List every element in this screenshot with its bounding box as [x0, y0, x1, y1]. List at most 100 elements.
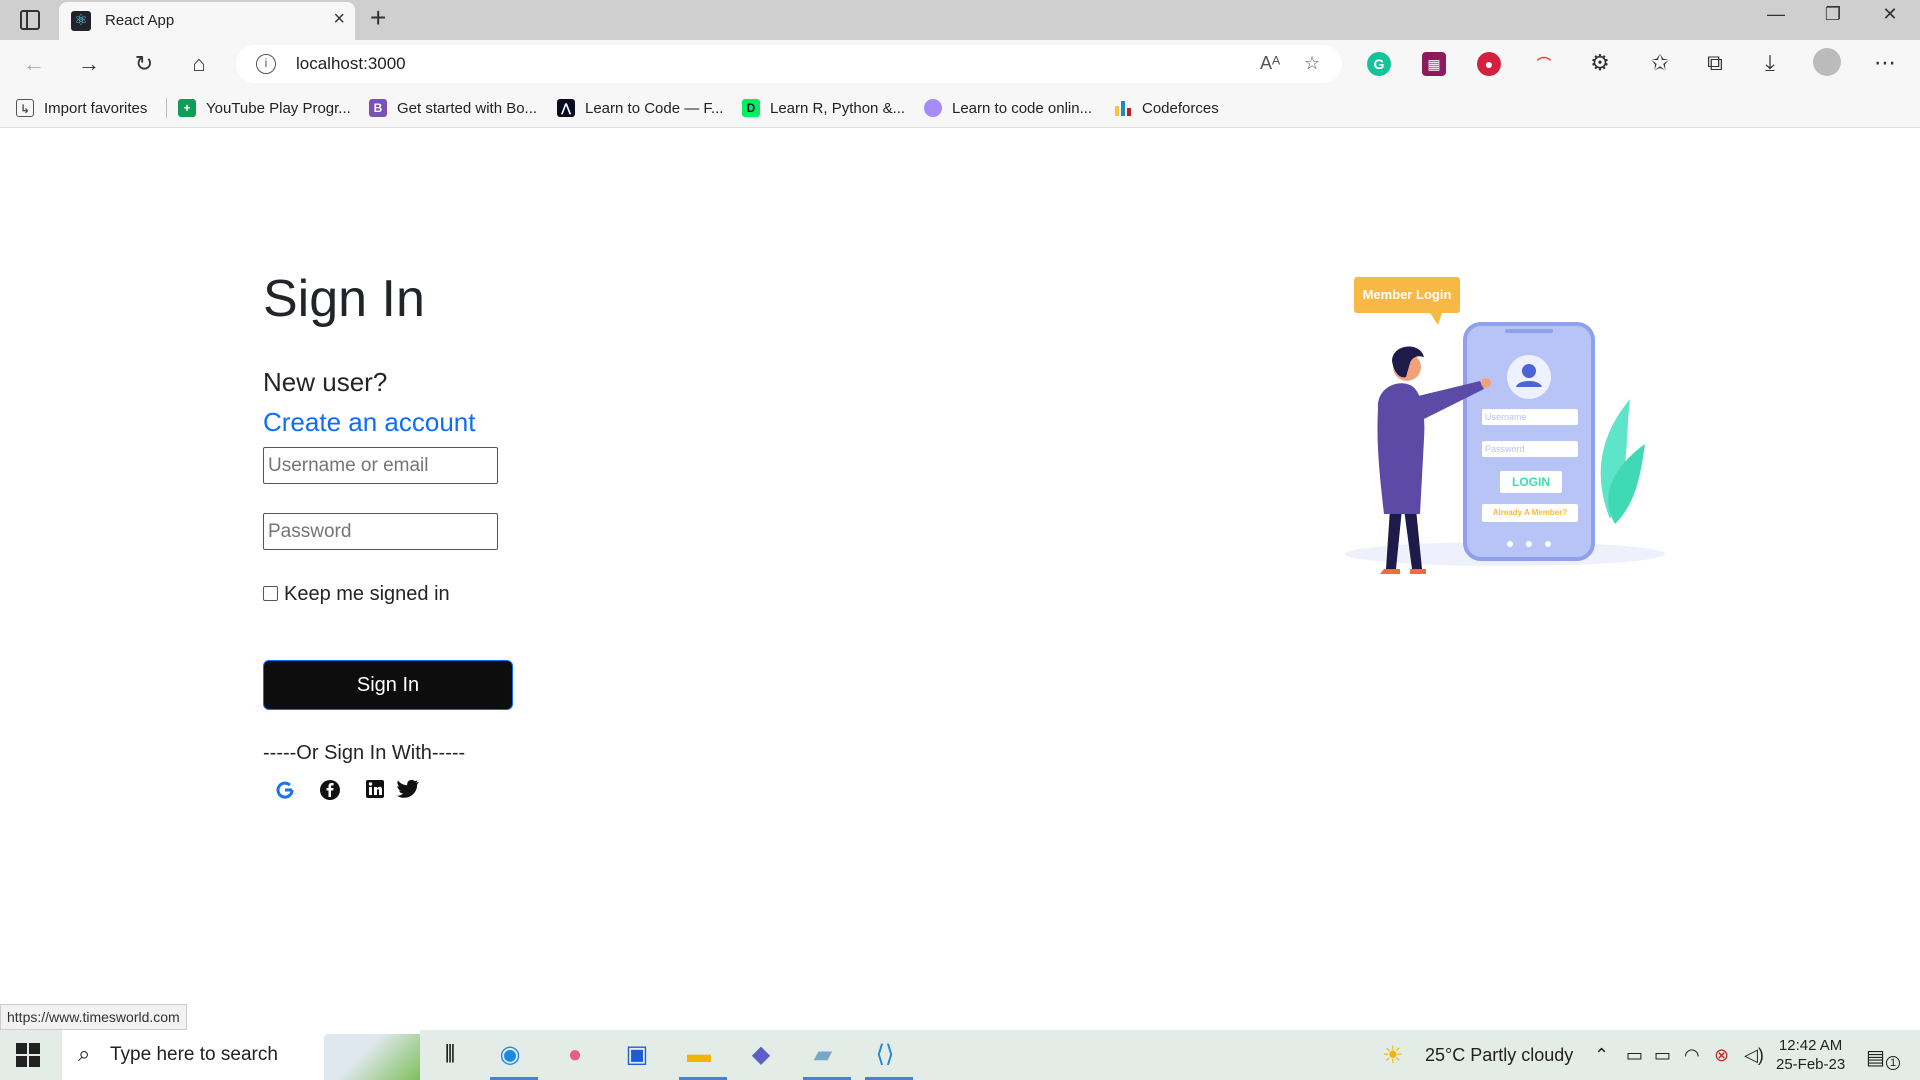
url-text[interactable]: localhost:3000: [296, 54, 406, 74]
google-icon[interactable]: [273, 779, 297, 803]
close-tab-icon[interactable]: ×: [333, 8, 345, 31]
new-user-label: New user?: [263, 367, 388, 397]
illustration-username-text: Username: [1485, 412, 1527, 422]
create-account-link[interactable]: Create an account: [263, 407, 475, 438]
bookmark-separator: [166, 98, 167, 118]
import-icon: ↳: [16, 99, 34, 117]
back-icon[interactable]: ←: [18, 48, 50, 80]
illustration-password-text: Password: [1485, 444, 1525, 454]
minimize-icon[interactable]: —: [1756, 4, 1796, 25]
codeforces-icon: [1114, 99, 1132, 117]
avatar-icon: [924, 99, 942, 117]
bookmark-label: Import favorites: [44, 99, 148, 117]
add-favorite-icon[interactable]: ☆: [1304, 53, 1320, 74]
weather-text[interactable]: 25°C Partly cloudy: [1425, 1045, 1573, 1066]
store-taskbar-icon[interactable]: ▣: [617, 1036, 657, 1074]
bookmark-label: YouTube Play Progr...: [206, 99, 351, 117]
browser-taskbar-icon[interactable]: ●: [555, 1036, 595, 1074]
grammarly-icon[interactable]: G: [1367, 52, 1391, 76]
collections-icon[interactable]: ⧉: [1700, 50, 1730, 76]
taskbar-search-box[interactable]: ⌕ Type here to search: [62, 1030, 420, 1080]
downloads-icon[interactable]: ⤓: [1755, 50, 1785, 76]
notification-count-badge: 1: [1886, 1056, 1900, 1070]
bookmark-label: Learn to code onlin...: [952, 99, 1093, 117]
profile-avatar[interactable]: [1813, 48, 1843, 76]
illustration-already-member-text: Already A Member?: [1492, 508, 1568, 517]
react-icon: ⚛: [71, 11, 91, 31]
vscode-taskbar-icon[interactable]: ⟨⟩: [865, 1036, 913, 1080]
copilot-taskbar-icon[interactable]: ◆: [741, 1036, 781, 1074]
edge-taskbar-icon[interactable]: ◉: [490, 1036, 538, 1080]
twitter-icon[interactable]: [396, 779, 420, 803]
sheets-icon: +: [178, 99, 196, 117]
read-aloud-icon[interactable]: A᠎ᴬ: [1260, 53, 1280, 74]
wifi-icon[interactable]: ◠: [1684, 1045, 1700, 1066]
windows-taskbar: ⌕ Type here to search ⫴ ◉ ● ▣ ▬ ◆ ▰ ⟨⟩ ☀…: [0, 1030, 1920, 1080]
info-icon[interactable]: i: [256, 54, 276, 74]
username-input[interactable]: [263, 447, 498, 484]
bookmark-label: Codeforces: [1142, 99, 1219, 117]
weather-icon[interactable]: ☀: [1382, 1041, 1404, 1070]
keep-signed-in-label: Keep me signed in: [284, 583, 450, 605]
bookmark-codeforces[interactable]: Codeforces: [1114, 97, 1219, 119]
search-highlight-image: [324, 1034, 420, 1080]
meet-now-icon[interactable]: ▭: [1626, 1045, 1643, 1066]
search-placeholder: Type here to search: [110, 1044, 278, 1065]
search-icon: ⌕: [78, 1041, 91, 1066]
member-login-illustration: [1345, 277, 1665, 574]
battery-icon[interactable]: ▭: [1654, 1045, 1671, 1066]
more-menu-icon[interactable]: ⋯: [1870, 50, 1900, 76]
app-taskbar-icon[interactable]: ▰: [803, 1036, 851, 1080]
home-icon[interactable]: ⌂: [183, 48, 215, 80]
favorites-bar: ↳ Import favorites + YouTube Play Progr.…: [0, 88, 1920, 128]
bookmark-label: Get started with Bo...: [397, 99, 538, 117]
bookmark-youtube-play[interactable]: + YouTube Play Progr...: [178, 97, 351, 119]
bookmark-label: Learn to Code — F...: [585, 99, 724, 117]
tab-strip: ⚛ React App × + — ❐ ✕: [0, 0, 1920, 40]
freecodecamp-icon: ⋀: [557, 99, 575, 117]
bootstrap-icon: B: [369, 99, 387, 117]
restore-icon[interactable]: ❐: [1813, 4, 1853, 25]
extensions-icon[interactable]: ⚙: [1585, 50, 1615, 76]
page-title: Sign In: [263, 270, 425, 328]
windows-start-icon[interactable]: [16, 1043, 40, 1067]
bookmark-bootstrap[interactable]: B Get started with Bo...: [369, 97, 537, 119]
extension-red-icon[interactable]: ●: [1477, 52, 1501, 76]
page-content: Sign In New user? Create an account Keep…: [0, 129, 1920, 1030]
tab-actions-icon[interactable]: [20, 10, 40, 30]
sign-in-button[interactable]: Sign In: [263, 660, 513, 710]
refresh-icon[interactable]: ↻: [128, 48, 160, 80]
member-login-bubble-text: Member Login: [1362, 287, 1452, 302]
close-window-icon[interactable]: ✕: [1870, 4, 1910, 25]
datacamp-icon: D: [742, 99, 760, 117]
bookmark-datacamp[interactable]: D Learn R, Python &...: [742, 97, 905, 119]
keep-signed-in-checkbox[interactable]: [263, 586, 278, 601]
facebook-icon[interactable]: [318, 779, 342, 803]
clock-date: 25-Feb-23: [1776, 1056, 1846, 1073]
browser-toolbar: ← → ↻ ⌂ i localhost:3000 A᠎ᴬ ☆ G ▦ ● ⌒ ⚙…: [0, 40, 1920, 88]
linkedin-icon[interactable]: [363, 779, 387, 803]
bookmark-freecodecamp[interactable]: ⋀ Learn to Code — F...: [557, 97, 723, 119]
bookmark-label: Learn R, Python &...: [770, 99, 906, 117]
clock[interactable]: 12:42 AM 25-Feb-23: [1776, 1036, 1845, 1074]
password-input[interactable]: [263, 513, 498, 550]
clock-time: 12:42 AM: [1778, 1037, 1843, 1054]
task-view-icon[interactable]: ⫴: [430, 1036, 470, 1074]
new-tab-icon[interactable]: +: [370, 2, 386, 34]
favorites-icon[interactable]: ✩: [1645, 50, 1675, 76]
or-sign-in-with-label: -----Or Sign In With-----: [263, 742, 466, 764]
notifications-icon[interactable]: ▤: [1866, 1045, 1885, 1070]
volume-icon[interactable]: ◁): [1744, 1045, 1764, 1066]
bookmark-import-favorites[interactable]: ↳ Import favorites: [16, 97, 147, 119]
illustration-login-text: LOGIN: [1512, 475, 1550, 489]
tab-title: React App: [105, 12, 175, 29]
show-hidden-icons-icon[interactable]: ⌃: [1594, 1045, 1609, 1066]
extension-rainbow-icon[interactable]: ⌒: [1532, 52, 1556, 76]
file-explorer-taskbar-icon[interactable]: ▬: [679, 1036, 727, 1080]
security-icon[interactable]: ⊗: [1714, 1045, 1729, 1066]
tab-react-app[interactable]: ⚛ React App ×: [59, 2, 355, 40]
address-bar[interactable]: i localhost:3000 A᠎ᴬ ☆: [236, 45, 1342, 83]
forward-icon[interactable]: →: [73, 48, 105, 80]
bookmark-learn-code-online[interactable]: Learn to code onlin...: [924, 97, 1092, 119]
extension-icon[interactable]: ▦: [1422, 52, 1446, 76]
